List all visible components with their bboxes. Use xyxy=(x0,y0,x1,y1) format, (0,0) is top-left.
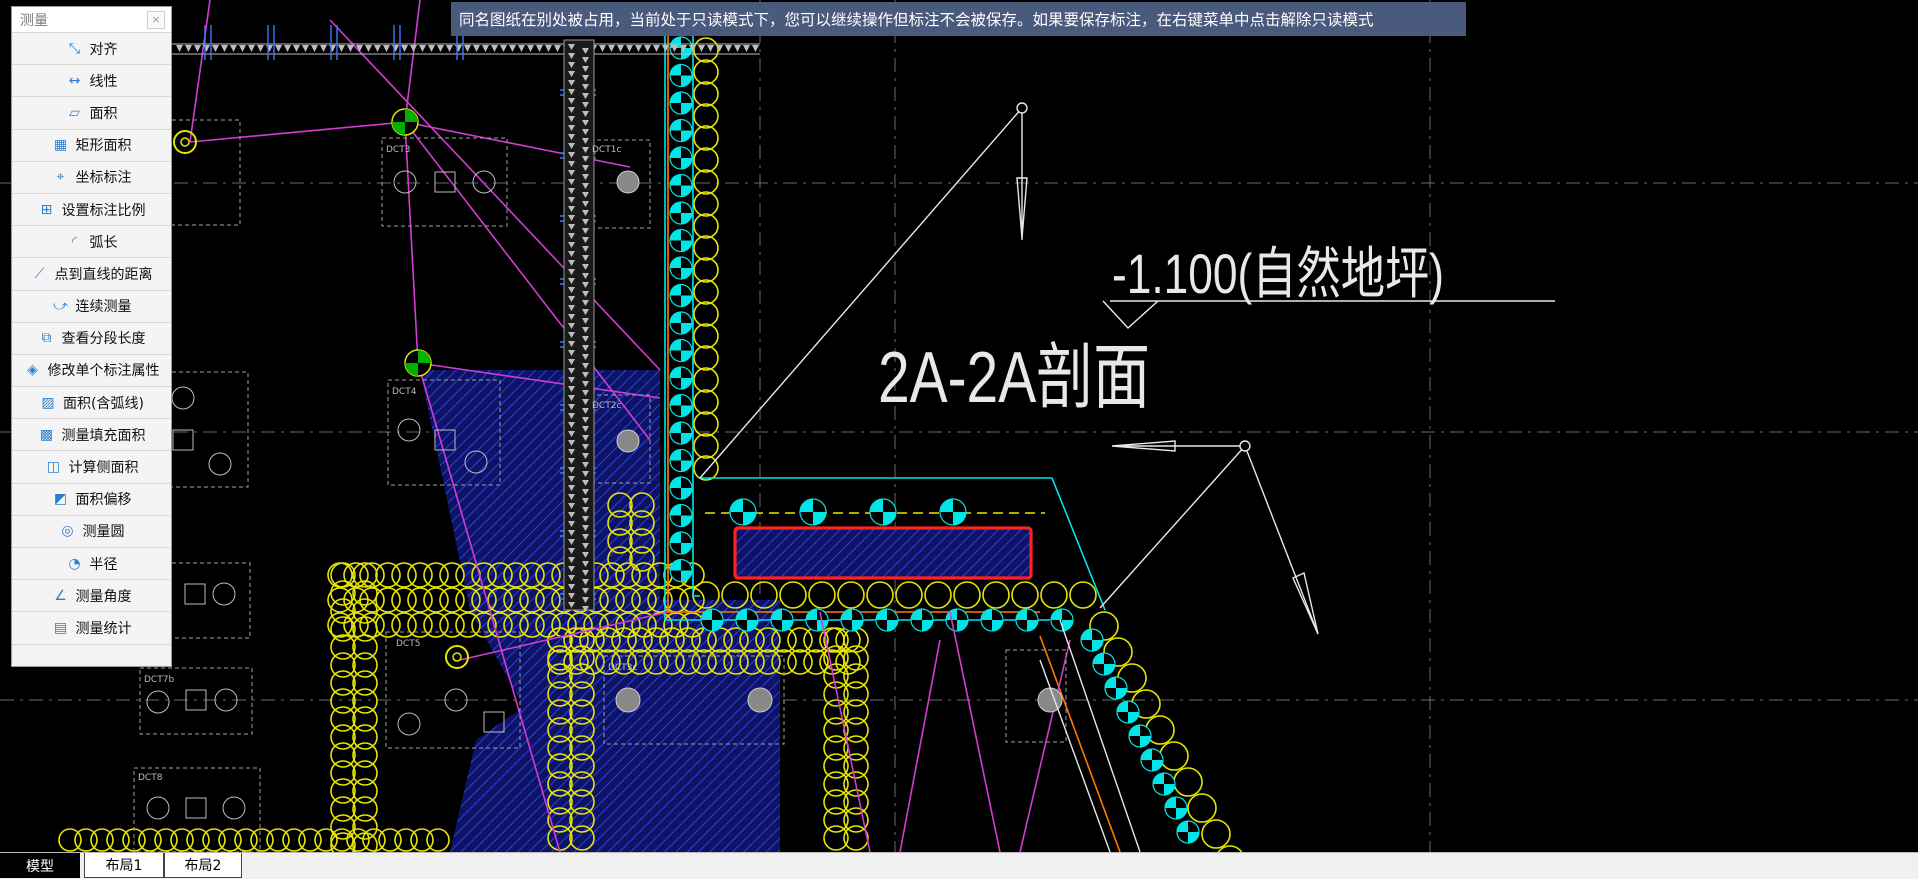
svg-text:DCT5: DCT5 xyxy=(396,639,420,649)
tool-item[interactable]: ∠ 测量角度 xyxy=(12,580,171,613)
tab-model[interactable]: 模型 xyxy=(0,853,80,878)
svg-text:DCT4: DCT4 xyxy=(392,387,417,397)
svg-text:DCT3: DCT3 xyxy=(386,145,410,155)
tool-item[interactable]: ◈ 修改单个标注属性 xyxy=(12,354,171,388)
tool-item-label: 线性 xyxy=(89,73,118,90)
align-dimension-icon: ⤡ xyxy=(68,40,81,57)
tool-item[interactable]: ◎ 测量圆 xyxy=(12,515,171,548)
tool-item-label: 面积偏移 xyxy=(75,492,132,509)
area-icon: ▱ xyxy=(69,104,80,121)
tool-item-label: 对齐 xyxy=(89,41,118,58)
tool-item[interactable]: ◜ 弧长 xyxy=(12,226,171,259)
side-area-icon: ◫ xyxy=(46,459,61,476)
arc-length-icon: ◜ xyxy=(71,233,78,250)
point-line-distance-icon: ⟋ xyxy=(34,265,45,282)
tool-item-label: 计算侧面积 xyxy=(68,460,139,477)
tab-layout1[interactable]: 布局1 xyxy=(84,853,164,878)
tool-item-label: 测量角度 xyxy=(75,588,132,605)
svg-text:DCT2c: DCT2c xyxy=(592,401,621,411)
tool-item[interactable]: ↔ 线性 xyxy=(12,65,171,98)
svg-text:DCT3c: DCT3c xyxy=(608,663,637,673)
tool-item[interactable]: ▤ 测量统计 xyxy=(12,612,171,645)
rect-area-icon: ▦ xyxy=(53,137,68,154)
tool-item[interactable]: ⊞ 设置标注比例 xyxy=(12,193,171,227)
angle-icon: ∠ xyxy=(54,587,67,604)
area-offset-icon: ◩ xyxy=(53,491,68,508)
tool-item-label: 点到直线的距离 xyxy=(54,266,153,283)
tool-item[interactable]: ◩ 面积偏移 xyxy=(12,483,171,516)
tool-item[interactable]: ◔ 半径 xyxy=(12,548,171,581)
readonly-notice: 同名图纸在别处被占用，当前处于只读模式下，您可以继续操作但标注不会被保存。如果要… xyxy=(451,2,1466,36)
tool-item-label: 矩形面积 xyxy=(75,138,132,155)
tool-item[interactable]: ▦ 矩形面积 xyxy=(12,129,171,162)
tool-item-label: 半径 xyxy=(89,556,118,573)
tool-item[interactable]: ⤻ 连续测量 xyxy=(12,290,171,323)
section-label: 2A-2A剖面 xyxy=(878,338,1150,418)
tool-item[interactable]: ⧉ 查看分段长度 xyxy=(12,322,171,355)
tool-item-label: 坐标标注 xyxy=(75,170,132,187)
tool-item-label: 测量统计 xyxy=(75,620,132,637)
segment-length-icon: ⧉ xyxy=(41,330,52,347)
cad-drawing-canvas[interactable]: -1.100(自然地坪) 2A-2A剖面 DCT3 DCT4 DCT5 DCT7… xyxy=(0,0,1918,852)
elevation-label: -1.100(自然地坪) xyxy=(1112,242,1444,305)
tool-item[interactable]: ◫ 计算侧面积 xyxy=(12,451,171,484)
layout-tabbar: 模型 布局1 布局2 xyxy=(0,852,1918,879)
radius-icon: ◔ xyxy=(68,555,81,572)
continuous-measure-icon: ⤻ xyxy=(53,298,68,315)
tool-item[interactable]: ▱ 面积 xyxy=(12,97,171,130)
svg-text:DCT1c: DCT1c xyxy=(592,145,621,155)
edit-dimension-icon: ◈ xyxy=(27,362,38,379)
linear-dimension-icon: ↔ xyxy=(68,72,81,89)
tool-item-label: 修改单个标注属性 xyxy=(47,363,160,380)
coordinate-icon: ⌖ xyxy=(56,169,65,186)
tool-item-label: 测量填充面积 xyxy=(61,427,146,444)
circle-measure-icon: ◎ xyxy=(61,523,74,540)
close-icon[interactable]: × xyxy=(147,10,165,29)
svg-text:DCT8: DCT8 xyxy=(138,773,163,783)
tab-layout2-label: 布局2 xyxy=(184,858,222,874)
readonly-notice-text: 同名图纸在别处被占用，当前处于只读模式下，您可以继续操作但标注不会被保存。如果要… xyxy=(459,11,1374,29)
tool-item[interactable]: ▨ 面积(含弧线) xyxy=(12,387,171,420)
tab-model-label: 模型 xyxy=(26,858,54,875)
tool-item-label: 面积 xyxy=(89,105,118,122)
statistics-icon: ▤ xyxy=(53,619,68,636)
tool-item-label: 查看分段长度 xyxy=(61,331,146,348)
tool-item[interactable]: ⌖ 坐标标注 xyxy=(12,161,171,194)
hatch-area-icon: ▩ xyxy=(39,426,54,443)
tool-item[interactable]: ⤡ 对齐 xyxy=(12,33,171,66)
tool-item[interactable]: ▩ 测量填充面积 xyxy=(12,419,171,452)
tool-item-label: 弧长 xyxy=(89,234,118,251)
tool-item-label: 测量圆 xyxy=(82,524,125,541)
tool-item-label: 面积(含弧线) xyxy=(63,395,144,412)
tool-item[interactable]: ⟋ 点到直线的距离 xyxy=(12,258,171,291)
palette-titlebar[interactable]: 测量 × xyxy=(12,7,171,33)
measure-palette: 测量 × ⤡ 对齐 ↔ 线性 ▱ 面积 ▦ 矩形面积 ⌖ 坐标标注 ⊞ 设置标注比例 ◜ 弧长 ⟋ 点到直线的… xyxy=(11,6,172,667)
tab-layout1-label: 布局1 xyxy=(105,858,143,874)
svg-text:DCT7b: DCT7b xyxy=(144,675,174,685)
palette-title: 测量 xyxy=(20,12,48,29)
tool-item-label: 设置标注比例 xyxy=(61,202,146,219)
tool-item-label: 连续测量 xyxy=(75,299,132,316)
arc-area-icon: ▨ xyxy=(41,394,55,411)
scale-icon: ⊞ xyxy=(40,201,53,218)
tab-layout2[interactable]: 布局2 xyxy=(164,853,242,878)
